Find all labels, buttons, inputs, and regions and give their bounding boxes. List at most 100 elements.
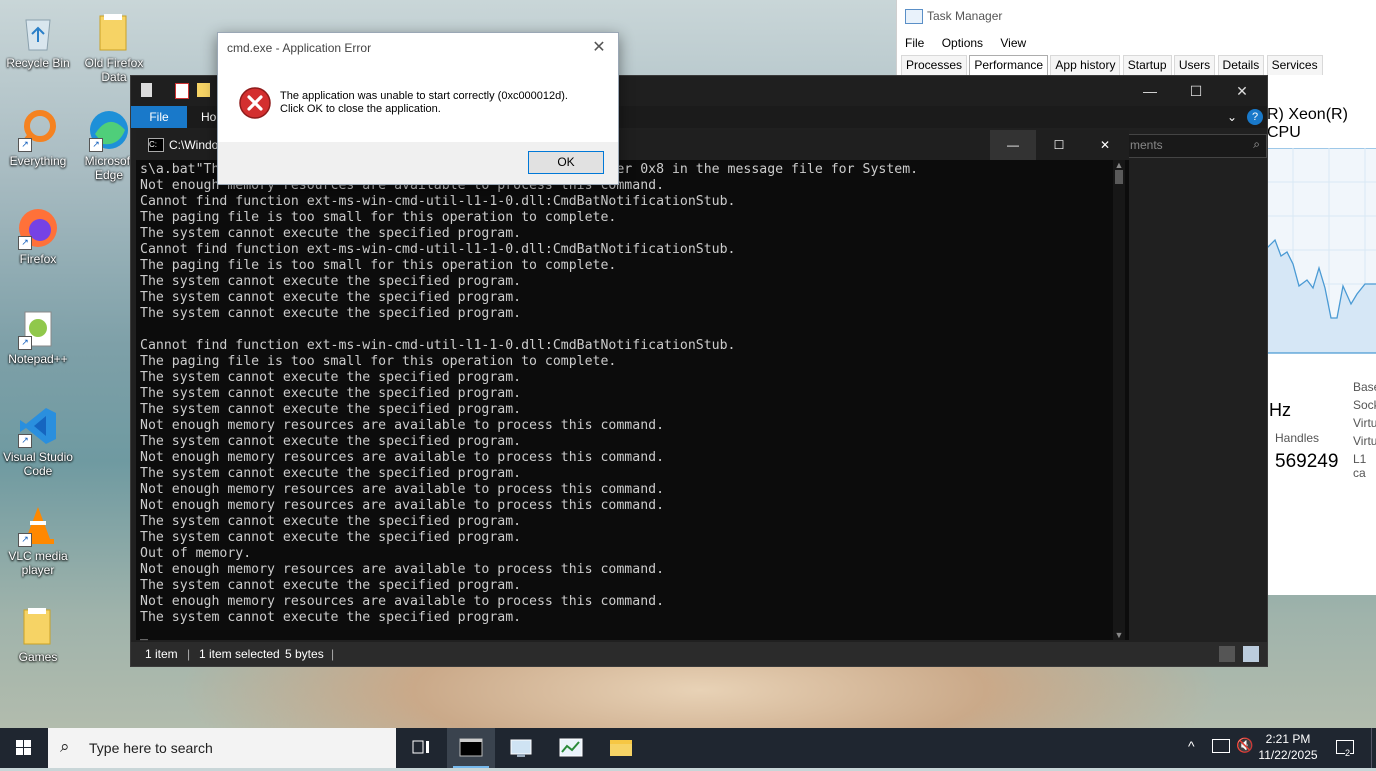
tab-users[interactable]: Users <box>1173 55 1216 75</box>
desktop-icon-recycle-bin[interactable]: Recycle Bin <box>0 10 76 70</box>
network-status-icon[interactable] <box>1212 739 1230 753</box>
explorer-search-input[interactable]: ments ⌕ <box>1125 134 1267 158</box>
clock-date: 11/22/2025 <box>1258 748 1318 762</box>
show-desktop-button[interactable] <box>1371 728 1376 768</box>
dialog-message-line: The application was unable to start corr… <box>280 90 568 102</box>
tab-app-history[interactable]: App history <box>1050 55 1121 75</box>
desktop-icon-label: Microsoft Edge <box>84 154 134 182</box>
ok-button[interactable]: OK <box>528 151 604 174</box>
tab-details[interactable]: Details <box>1217 55 1265 75</box>
start-button[interactable] <box>0 728 48 768</box>
cmd-title: C:\Windo <box>169 138 219 152</box>
speaker-muted-icon[interactable]: 🔇 <box>1236 737 1253 754</box>
ribbon-tab-home[interactable]: Ho <box>201 106 216 128</box>
cmd-output-line: Cannot find function ext-ms-win-cmd-util… <box>140 242 736 257</box>
task-manager-icon <box>905 9 923 24</box>
vscode-icon: ↗ <box>16 404 60 448</box>
tiles-view-icon[interactable] <box>1243 646 1259 662</box>
scrollbar-thumb[interactable] <box>1115 170 1123 184</box>
cmd-output: s\a.bat"The system cannot find message t… <box>136 160 1129 642</box>
dialog-message: The application was unable to start corr… <box>280 90 568 116</box>
desktop-icon-firefox[interactable]: ↗ Firefox <box>0 206 76 266</box>
scrollbar-up-arrow[interactable]: ▲ <box>1113 160 1125 170</box>
tab-startup[interactable]: Startup <box>1122 55 1172 75</box>
cmd-output-line: The system cannot execute the specified … <box>140 514 522 529</box>
taskbar-app-task-manager[interactable] <box>547 728 595 768</box>
maximize-icon[interactable]: ☐ <box>1173 76 1219 106</box>
cmd-cursor: _ <box>140 626 148 641</box>
taskbar-app-cmd[interactable] <box>447 728 495 768</box>
ribbon-tab-file[interactable]: File <box>131 106 187 128</box>
chevron-up-icon[interactable]: ^ <box>1188 738 1195 754</box>
desktop-icon-everything[interactable]: ↗ Everything <box>0 108 76 168</box>
taskbar-search-box[interactable]: ⌕ Type here to search <box>48 728 396 768</box>
status-size: 5 bytes <box>285 647 324 661</box>
cpu-utilization-graph <box>1267 148 1376 354</box>
edge-icon: ↗ <box>87 108 131 152</box>
cmd-output-line: Not enough memory resources are availabl… <box>140 498 665 513</box>
close-icon[interactable]: ✕ <box>584 33 614 63</box>
help-icon[interactable]: ? <box>1247 109 1263 125</box>
cmd-minimize-button[interactable]: — <box>990 130 1036 160</box>
status-selected: 1 item selected <box>199 647 280 661</box>
desktop-icon-notepad-plus-plus[interactable]: ↗ Notepad++ <box>0 306 76 366</box>
cmd-output-line: The system cannot execute the specified … <box>140 306 522 321</box>
dialog-message-line: Click OK to close the application. <box>280 103 441 115</box>
cmd-output-line: Not enough memory resources are availabl… <box>140 482 665 497</box>
minimize-icon[interactable]: — <box>1127 76 1173 106</box>
shortcut-arrow-icon: ↗ <box>18 138 32 152</box>
cmd-output-line: Out of memory. <box>140 546 252 561</box>
desktop-icon-games[interactable]: Games <box>0 604 76 664</box>
desktop-icon-vlc[interactable]: ↗ VLC media player <box>0 503 76 577</box>
cpu-spec-label: Base <box>1353 380 1376 394</box>
clock-time: 2:21 PM <box>1265 732 1311 746</box>
cmd-output-line: Cannot find function ext-ms-win-cmd-util… <box>140 194 736 209</box>
task-manager-titlebar: Task Manager <box>897 0 1376 32</box>
taskbar-app-file-explorer[interactable] <box>597 728 645 768</box>
cmd-output-line: Cannot find function ext-ms-win-cmd-util… <box>140 338 736 353</box>
scrollbar-down-arrow[interactable]: ▼ <box>1113 630 1125 640</box>
cmd-close-button[interactable]: ✕ <box>1082 130 1128 160</box>
tab-performance[interactable]: Performance <box>969 55 1049 75</box>
task-manager-menubar: File Options View <box>897 32 1376 54</box>
status-divider: | <box>187 647 191 661</box>
chevron-down-icon[interactable]: ⌄ <box>1227 106 1237 128</box>
checkbox-icon[interactable] <box>175 83 189 99</box>
desktop-icon-label: Notepad++ <box>8 352 68 366</box>
cmd-output-line: The paging file is too small for this op… <box>140 354 617 369</box>
task-view-button[interactable] <box>396 728 444 768</box>
close-icon[interactable]: ✕ <box>1219 76 1265 106</box>
cmd-scrollbar[interactable]: ▲ ▼ <box>1113 160 1125 640</box>
menu-options[interactable]: Options <box>942 36 983 50</box>
cmd-output-line: The system cannot execute the specified … <box>140 274 522 289</box>
search-icon: ⌕ <box>1253 137 1260 151</box>
desktop-icon-vscode[interactable]: ↗ Visual Studio Code <box>0 404 76 478</box>
shortcut-arrow-icon: ↗ <box>89 138 103 152</box>
details-view-icon[interactable] <box>1219 646 1235 662</box>
menu-view[interactable]: View <box>1000 36 1026 50</box>
cmd-output-line: The paging file is too small for this op… <box>140 210 617 225</box>
notification-center-button[interactable]: 2 <box>1330 728 1364 768</box>
shortcut-arrow-icon: ↗ <box>18 434 32 448</box>
cmd-maximize-button[interactable]: ☐ <box>1036 130 1082 160</box>
desktop-icon-label: Firefox <box>19 252 57 266</box>
cmd-icon: C: <box>148 138 164 152</box>
desktop-icon-old-firefox-data[interactable]: Old Firefox Data <box>76 10 152 84</box>
tab-processes[interactable]: Processes <box>901 55 968 75</box>
taskbar-app-network[interactable] <box>497 728 545 768</box>
cmd-icon <box>459 738 483 757</box>
task-manager-tabs: Processes Performance App history Startu… <box>901 55 1323 75</box>
clock[interactable]: 2:21 PM 11/22/2025 <box>1256 731 1320 763</box>
dialog-title: cmd.exe - Application Error <box>227 41 372 55</box>
speed-unit: Hz <box>1269 400 1291 420</box>
cpu-spec-label: L1 ca <box>1353 452 1367 480</box>
application-error-dialog: cmd.exe - Application Error ✕ The applic… <box>217 32 619 185</box>
tab-services[interactable]: Services <box>1266 55 1323 75</box>
desktop-icon-label: Visual Studio Code <box>3 450 73 478</box>
menu-file[interactable]: File <box>905 36 924 50</box>
desktop-icon-label: Everything <box>9 154 67 168</box>
handles-value: 569249 <box>1275 451 1339 472</box>
properties-icon[interactable] <box>141 83 152 97</box>
folder-icon[interactable] <box>197 83 210 97</box>
search-icon: ⌕ <box>60 737 70 756</box>
